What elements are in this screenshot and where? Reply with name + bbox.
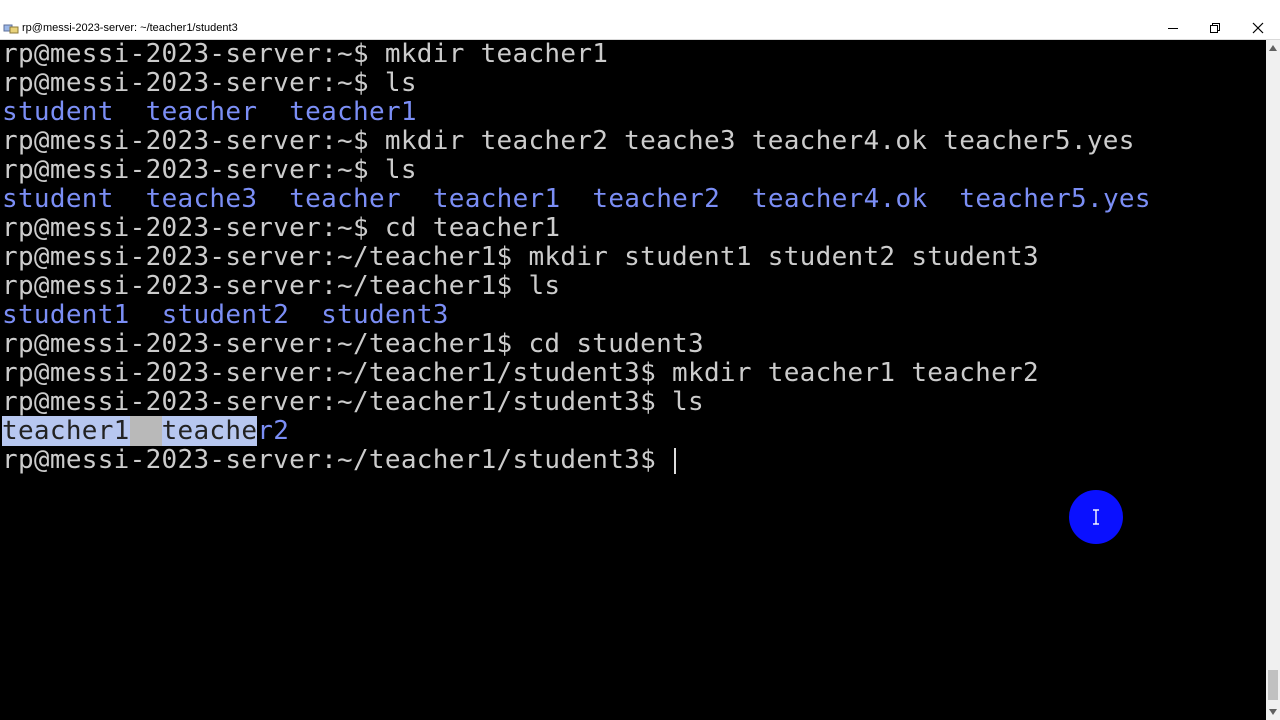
directory-name: teacher1	[432, 184, 561, 214]
terminal-line: rp@messi-2023-server:~$ mkdir teacher2 t…	[2, 127, 1135, 156]
terminal-line: rp@messi-2023-server:~$ mkdir teacher1	[2, 40, 608, 69]
mouse-highlight	[1069, 490, 1123, 544]
selected-text: teache	[161, 416, 258, 446]
restore-button[interactable]	[1203, 18, 1227, 38]
selected-text: teacher1	[2, 416, 130, 446]
terminal-output[interactable]: rp@messi-2023-server:~$ mkdir teacher1 rp…	[0, 40, 1266, 720]
close-icon	[1252, 22, 1264, 34]
minimize-button[interactable]	[1161, 18, 1185, 38]
terminal-line: rp@messi-2023-server:~/teacher1/student3…	[2, 445, 677, 475]
terminal-window: rp@messi-2023-server: ~/teacher1/student…	[0, 0, 1280, 720]
directory-name: teacher5.yes	[959, 184, 1151, 214]
terminal-text: rp@messi-2023-server:~$ mkdir teacher2 t…	[2, 126, 1135, 156]
terminal-line: rp@messi-2023-server:~/teacher1$ ls	[2, 272, 560, 301]
directory-name: teacher	[289, 184, 401, 214]
minimize-icon	[1168, 28, 1178, 29]
title-bar[interactable]: rp@messi-2023-server: ~/teacher1/student…	[0, 0, 1280, 40]
directory-name: r2	[257, 416, 290, 446]
scroll-down-icon	[1269, 709, 1277, 715]
terminal-line: student teacher teacher1	[2, 98, 417, 127]
terminal-text: rp@messi-2023-server:~/teacher1/student3…	[2, 445, 673, 475]
window-title: rp@messi-2023-server: ~/teacher1/student…	[22, 22, 238, 34]
terminal-line: rp@messi-2023-server:~/teacher1$ cd stud…	[2, 330, 704, 359]
putty-icon	[3, 24, 19, 34]
terminal-line: rp@messi-2023-server:~$ ls	[2, 69, 417, 98]
selected-text	[129, 416, 162, 446]
terminal-text: rp@messi-2023-server:~/teacher1$ cd stud…	[2, 329, 704, 359]
text-cursor	[674, 447, 677, 474]
terminal-line: rp@messi-2023-server:~/teacher1/student3…	[2, 359, 1039, 388]
terminal-text: rp@messi-2023-server:~$ mkdir teacher1	[2, 40, 609, 69]
text-cursor-icon	[1093, 509, 1099, 525]
terminal-line: rp@messi-2023-server:~/teacher1$ mkdir s…	[2, 243, 1039, 272]
terminal-line: student teache3 teacher teacher1 teacher…	[2, 185, 1151, 214]
directory-name: student1	[2, 300, 130, 330]
directory-name: student2	[161, 300, 290, 330]
terminal-line: rp@messi-2023-server:~$ ls	[2, 156, 417, 185]
terminal-text: rp@messi-2023-server:~/teacher1$ mkdir s…	[2, 242, 1039, 272]
directory-name: teacher2	[592, 184, 721, 214]
terminal-line: student1 student2 student3	[2, 301, 449, 330]
scroll-up-button[interactable]	[1266, 40, 1280, 56]
restore-icon	[1210, 23, 1220, 33]
scroll-thumb[interactable]	[1268, 670, 1278, 700]
close-button[interactable]	[1246, 18, 1270, 38]
scroll-down-button[interactable]	[1266, 704, 1280, 720]
terminal-text: rp@messi-2023-server:~$ cd teacher1	[2, 213, 561, 243]
directory-name: teache3	[145, 184, 258, 214]
directory-name: teacher	[145, 97, 258, 127]
directory-name: student3	[321, 300, 449, 330]
vertical-scrollbar[interactable]	[1266, 40, 1280, 720]
terminal-text: rp@messi-2023-server:~/teacher1$ ls	[2, 271, 561, 301]
directory-name: teacher1	[289, 97, 417, 127]
directory-name: student	[2, 97, 114, 127]
terminal-line: rp@messi-2023-server:~$ cd teacher1	[2, 214, 560, 243]
terminal-line: rp@messi-2023-server:~/teacher1/student3…	[2, 388, 704, 417]
directory-name: teacher4.ok	[751, 184, 928, 214]
terminal-text: rp@messi-2023-server:~$ ls	[2, 68, 417, 98]
directory-name: student	[2, 184, 114, 214]
scroll-up-icon	[1269, 45, 1277, 51]
terminal-text: rp@messi-2023-server:~$ ls	[2, 155, 417, 185]
terminal-line: teacher1 teacher2	[2, 416, 290, 446]
terminal-text: rp@messi-2023-server:~/teacher1/student3…	[2, 358, 1039, 388]
terminal-text: rp@messi-2023-server:~/teacher1/student3…	[2, 387, 704, 417]
